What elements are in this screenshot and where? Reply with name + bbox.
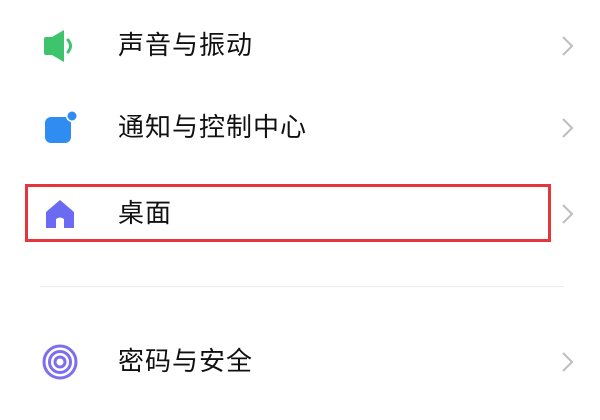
settings-item-label: 密码与安全 [118, 347, 254, 377]
speaker-icon [44, 30, 72, 62]
highlight-box [25, 184, 551, 242]
section-divider [40, 286, 564, 287]
settings-item-notification-control-center[interactable]: 通知与控制中心 [0, 88, 600, 168]
settings-item-password-security[interactable]: 密码与安全 [0, 320, 600, 400]
chevron-right-icon [562, 118, 574, 138]
settings-item-label: 声音与振动 [118, 31, 254, 61]
settings-item-sound-vibration[interactable]: 声音与振动 [0, 4, 600, 84]
chevron-right-icon [562, 352, 574, 372]
chevron-right-icon [562, 204, 574, 224]
notification-icon [45, 110, 78, 143]
fingerprint-icon [42, 344, 78, 380]
chevron-right-icon [562, 36, 574, 56]
settings-item-label: 通知与控制中心 [118, 113, 308, 143]
